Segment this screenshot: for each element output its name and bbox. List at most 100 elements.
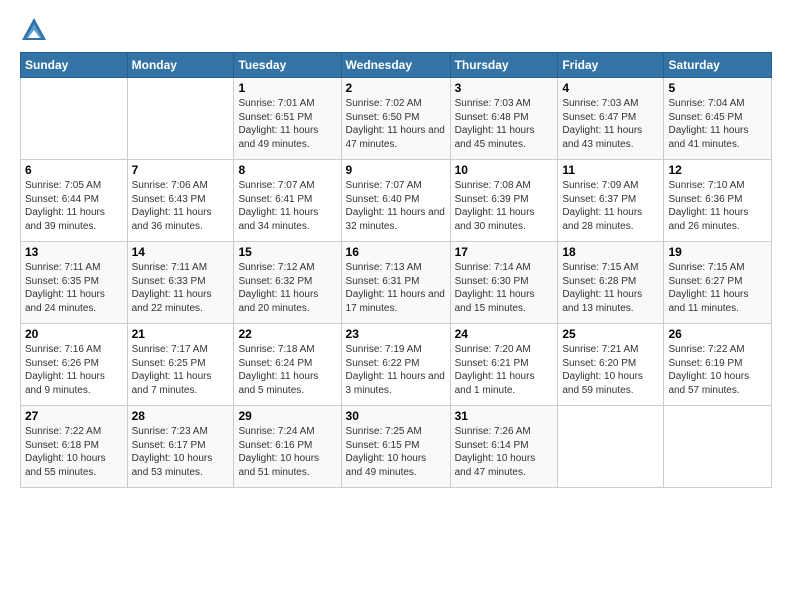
day-cell: 19 Sunrise: 7:15 AM Sunset: 6:27 PM Dayli…	[664, 242, 772, 324]
header-cell-saturday: Saturday	[664, 53, 772, 78]
day-cell: 10 Sunrise: 7:08 AM Sunset: 6:39 PM Dayli…	[450, 160, 558, 242]
header-row: SundayMondayTuesdayWednesdayThursdayFrid…	[21, 53, 772, 78]
day-number: 27	[25, 409, 123, 423]
day-info: Sunrise: 7:09 AM Sunset: 6:37 PM Dayligh…	[562, 179, 659, 233]
day-info: Sunrise: 7:05 AM Sunset: 6:44 PM Dayligh…	[25, 179, 123, 233]
page: SundayMondayTuesdayWednesdayThursdayFrid…	[0, 0, 792, 498]
day-cell: 2 Sunrise: 7:02 AM Sunset: 6:50 PM Daylig…	[341, 78, 450, 160]
logo	[20, 16, 52, 44]
day-info: Sunrise: 7:03 AM Sunset: 6:48 PM Dayligh…	[455, 97, 554, 151]
week-row-4: 20 Sunrise: 7:16 AM Sunset: 6:26 PM Dayli…	[21, 324, 772, 406]
day-cell: 11 Sunrise: 7:09 AM Sunset: 6:37 PM Dayli…	[558, 160, 664, 242]
day-number: 16	[346, 245, 446, 259]
day-number: 7	[132, 163, 230, 177]
day-cell: 15Sunrise: 7:12 AM Sunset: 6:32 PM Dayli…	[234, 242, 341, 324]
day-cell: 22 Sunrise: 7:18 AM Sunset: 6:24 PM Dayli…	[234, 324, 341, 406]
day-cell: 21 Sunrise: 7:17 AM Sunset: 6:25 PM Dayli…	[127, 324, 234, 406]
day-info: Sunrise: 7:07 AM Sunset: 6:40 PM Dayligh…	[346, 179, 446, 233]
day-cell: 6 Sunrise: 7:05 AM Sunset: 6:44 PM Daylig…	[21, 160, 128, 242]
day-info: Sunrise: 7:10 AM Sunset: 6:36 PM Dayligh…	[668, 179, 767, 233]
day-number: 20	[25, 327, 123, 341]
day-number: 5	[668, 81, 767, 95]
week-row-3: 13 Sunrise: 7:11 AM Sunset: 6:35 PM Dayli…	[21, 242, 772, 324]
day-number: 13	[25, 245, 123, 259]
day-cell: 24Sunrise: 7:20 AM Sunset: 6:21 PM Dayli…	[450, 324, 558, 406]
day-cell: 28 Sunrise: 7:23 AM Sunset: 6:17 PM Dayli…	[127, 406, 234, 488]
day-cell: 31Sunrise: 7:26 AM Sunset: 6:14 PM Dayli…	[450, 406, 558, 488]
calendar-header: SundayMondayTuesdayWednesdayThursdayFrid…	[21, 53, 772, 78]
day-number: 11	[562, 163, 659, 177]
day-info: Sunrise: 7:16 AM Sunset: 6:26 PM Dayligh…	[25, 343, 123, 397]
day-number: 14	[132, 245, 230, 259]
day-cell	[664, 406, 772, 488]
day-number: 22	[238, 327, 336, 341]
day-cell: 1 Sunrise: 7:01 AM Sunset: 6:51 PM Daylig…	[234, 78, 341, 160]
day-info: Sunrise: 7:19 AM Sunset: 6:22 PM Dayligh…	[346, 343, 446, 397]
day-info: Sunrise: 7:14 AM Sunset: 6:30 PM Dayligh…	[455, 261, 554, 315]
week-row-1: 1 Sunrise: 7:01 AM Sunset: 6:51 PM Daylig…	[21, 78, 772, 160]
header	[20, 16, 772, 44]
day-number: 21	[132, 327, 230, 341]
header-cell-sunday: Sunday	[21, 53, 128, 78]
day-info: Sunrise: 7:02 AM Sunset: 6:50 PM Dayligh…	[346, 97, 446, 151]
day-cell: 18 Sunrise: 7:15 AM Sunset: 6:28 PM Dayli…	[558, 242, 664, 324]
day-info: Sunrise: 7:01 AM Sunset: 6:51 PM Dayligh…	[238, 97, 336, 151]
day-info: Sunrise: 7:13 AM Sunset: 6:31 PM Dayligh…	[346, 261, 446, 315]
day-number: 17	[455, 245, 554, 259]
day-info: Sunrise: 7:11 AM Sunset: 6:33 PM Dayligh…	[132, 261, 230, 315]
day-cell: 26Sunrise: 7:22 AM Sunset: 6:19 PM Dayli…	[664, 324, 772, 406]
day-info: Sunrise: 7:18 AM Sunset: 6:24 PM Dayligh…	[238, 343, 336, 397]
header-cell-wednesday: Wednesday	[341, 53, 450, 78]
day-number: 8	[238, 163, 336, 177]
day-number: 10	[455, 163, 554, 177]
header-cell-thursday: Thursday	[450, 53, 558, 78]
day-cell: 27 Sunrise: 7:22 AM Sunset: 6:18 PM Dayli…	[21, 406, 128, 488]
day-info: Sunrise: 7:07 AM Sunset: 6:41 PM Dayligh…	[238, 179, 336, 233]
day-info: Sunrise: 7:22 AM Sunset: 6:19 PM Dayligh…	[668, 343, 767, 397]
day-number: 30	[346, 409, 446, 423]
day-number: 19	[668, 245, 767, 259]
day-info: Sunrise: 7:04 AM Sunset: 6:45 PM Dayligh…	[668, 97, 767, 151]
day-cell: 16 Sunrise: 7:13 AM Sunset: 6:31 PM Dayli…	[341, 242, 450, 324]
day-info: Sunrise: 7:11 AM Sunset: 6:35 PM Dayligh…	[25, 261, 123, 315]
calendar-body: 1 Sunrise: 7:01 AM Sunset: 6:51 PM Daylig…	[21, 78, 772, 488]
day-number: 24	[455, 327, 554, 341]
day-info: Sunrise: 7:08 AM Sunset: 6:39 PM Dayligh…	[455, 179, 554, 233]
day-info: Sunrise: 7:15 AM Sunset: 6:28 PM Dayligh…	[562, 261, 659, 315]
calendar: SundayMondayTuesdayWednesdayThursdayFrid…	[20, 52, 772, 488]
day-number: 6	[25, 163, 123, 177]
header-cell-tuesday: Tuesday	[234, 53, 341, 78]
day-info: Sunrise: 7:15 AM Sunset: 6:27 PM Dayligh…	[668, 261, 767, 315]
day-number: 31	[455, 409, 554, 423]
day-cell: 4 Sunrise: 7:03 AM Sunset: 6:47 PM Daylig…	[558, 78, 664, 160]
day-info: Sunrise: 7:17 AM Sunset: 6:25 PM Dayligh…	[132, 343, 230, 397]
day-info: Sunrise: 7:24 AM Sunset: 6:16 PM Dayligh…	[238, 425, 336, 479]
week-row-5: 27 Sunrise: 7:22 AM Sunset: 6:18 PM Dayli…	[21, 406, 772, 488]
day-cell	[127, 78, 234, 160]
day-info: Sunrise: 7:23 AM Sunset: 6:17 PM Dayligh…	[132, 425, 230, 479]
day-cell: 8 Sunrise: 7:07 AM Sunset: 6:41 PM Daylig…	[234, 160, 341, 242]
day-number: 25	[562, 327, 659, 341]
day-cell: 30Sunrise: 7:25 AM Sunset: 6:15 PM Dayli…	[341, 406, 450, 488]
day-number: 9	[346, 163, 446, 177]
day-cell: 14 Sunrise: 7:11 AM Sunset: 6:33 PM Dayli…	[127, 242, 234, 324]
day-info: Sunrise: 7:06 AM Sunset: 6:43 PM Dayligh…	[132, 179, 230, 233]
day-info: Sunrise: 7:21 AM Sunset: 6:20 PM Dayligh…	[562, 343, 659, 397]
day-cell: 9 Sunrise: 7:07 AM Sunset: 6:40 PM Daylig…	[341, 160, 450, 242]
week-row-2: 6 Sunrise: 7:05 AM Sunset: 6:44 PM Daylig…	[21, 160, 772, 242]
day-number: 4	[562, 81, 659, 95]
day-info: Sunrise: 7:22 AM Sunset: 6:18 PM Dayligh…	[25, 425, 123, 479]
day-info: Sunrise: 7:03 AM Sunset: 6:47 PM Dayligh…	[562, 97, 659, 151]
day-number: 12	[668, 163, 767, 177]
day-number: 28	[132, 409, 230, 423]
logo-icon	[20, 16, 48, 44]
day-cell: 5 Sunrise: 7:04 AM Sunset: 6:45 PM Daylig…	[664, 78, 772, 160]
day-number: 1	[238, 81, 336, 95]
day-number: 29	[238, 409, 336, 423]
day-number: 2	[346, 81, 446, 95]
header-cell-friday: Friday	[558, 53, 664, 78]
day-cell	[21, 78, 128, 160]
day-cell	[558, 406, 664, 488]
day-number: 18	[562, 245, 659, 259]
day-cell: 20 Sunrise: 7:16 AM Sunset: 6:26 PM Dayli…	[21, 324, 128, 406]
